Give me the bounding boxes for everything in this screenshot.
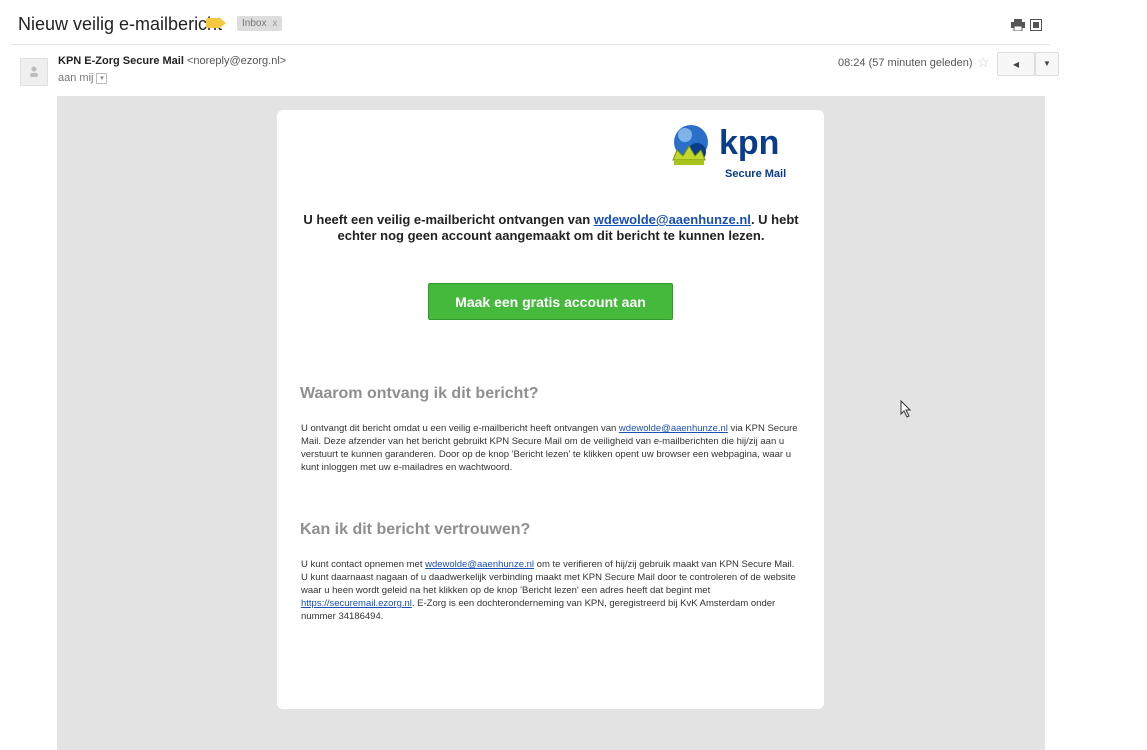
message-time: 08:24 (57 minuten geleden)	[838, 57, 973, 69]
more-actions-button[interactable]: ▼	[1035, 52, 1059, 76]
recipient-line: aan mij ▾	[58, 72, 108, 84]
reply-button[interactable]: ◂	[997, 52, 1035, 76]
mouse-cursor-icon	[900, 399, 912, 418]
kpn-logo: kpn Secure Mail	[667, 122, 807, 192]
intro-text-pre: U heeft een veilig e-mailbericht ontvang…	[303, 212, 594, 227]
inbox-label-chip[interactable]: Inbox x	[237, 16, 283, 31]
section-trust-sender-link[interactable]: wdewolde@aaenhunze.nl	[425, 559, 534, 570]
new-window-icon[interactable]	[1030, 18, 1044, 31]
section-why-text-pre: U ontvangt dit bericht omdat u een veili…	[301, 423, 619, 434]
star-icon[interactable]: ☆	[977, 54, 990, 71]
kpn-logo-subtitle: Secure Mail	[725, 168, 787, 180]
email-subject: Nieuw veilig e-mailbericht	[18, 14, 223, 34]
remove-label-button[interactable]: x	[272, 18, 277, 29]
section-trust-title: Kan ik dit bericht vertrouwen?	[300, 521, 531, 538]
sender-avatar	[20, 58, 48, 86]
securemail-link[interactable]: https://securemail.ezorg.nl	[301, 598, 412, 609]
print-icon[interactable]	[1011, 18, 1025, 32]
kpn-crown-icon	[672, 125, 708, 165]
section-why-sender-link[interactable]: wdewolde@aaenhunze.nl	[619, 423, 728, 434]
recipient-details-toggle[interactable]: ▾	[96, 72, 108, 84]
sender-address-link[interactable]: wdewolde@aaenhunze.nl	[594, 212, 751, 227]
intro-message: U heeft een veilig e-mailbericht ontvang…	[297, 212, 805, 244]
importance-marker-icon[interactable]	[206, 18, 226, 28]
sender-email: <noreply@ezorg.nl>	[186, 55, 287, 67]
section-why-body: U ontvangt dit bericht omdat u een veili…	[301, 422, 801, 474]
create-account-button[interactable]: Maak een gratis account aan	[428, 283, 673, 320]
chevron-down-icon: ▼	[1043, 59, 1051, 68]
sender-line: KPN E-Zorg Secure Mail <noreply@ezorg.nl…	[58, 55, 286, 67]
reply-icon: ◂	[1012, 57, 1020, 71]
section-trust-text-pre: U kunt contact opnemen met	[301, 559, 426, 570]
inbox-label-text: Inbox	[242, 18, 267, 29]
kpn-logo-word: kpn	[719, 124, 780, 162]
sender-name[interactable]: KPN E-Zorg Secure Mail	[58, 55, 184, 67]
header-divider	[10, 44, 1050, 45]
recipient-text: aan mij	[58, 72, 94, 84]
section-trust-body: U kunt contact opnemen met wdewolde@aaen…	[301, 558, 801, 623]
section-why-title: Waarom ontvang ik dit bericht?	[300, 385, 539, 402]
